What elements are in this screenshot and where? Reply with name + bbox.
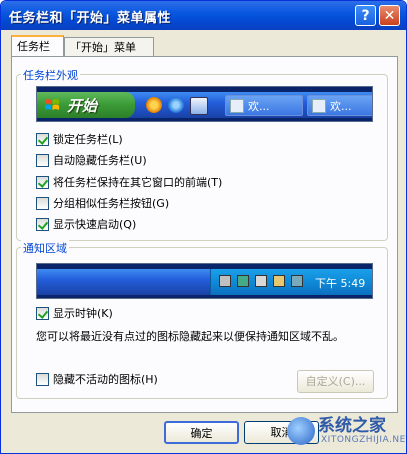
tray-clock: 下午 5:49 — [315, 277, 366, 290]
notification-preview: 下午 5:49 — [36, 263, 373, 299]
watermark-url: XITONGZHIJIA.NET — [321, 435, 407, 445]
watermark-brand: 系统之家 — [318, 416, 386, 436]
group-label-appearance: 任务栏外观 — [21, 67, 80, 83]
tab-taskbar[interactable]: 任务栏 — [11, 35, 64, 56]
help-button[interactable]: ? — [355, 5, 376, 26]
keep-on-top-checkbox[interactable]: 将任务栏保持在其它窗口的前端(T) — [36, 176, 396, 190]
media-player-icon — [146, 97, 162, 113]
quick-launch-checkbox[interactable]: 显示快速启动(Q) — [36, 218, 396, 232]
checkbox-label: 锁定任务栏(L) — [53, 133, 123, 146]
group-label-notification: 通知区域 — [21, 240, 69, 256]
close-button[interactable]: ✕ — [379, 5, 400, 26]
notification-description: 您可以将最近没有点过的图标隐藏起来以便保持通知区域不乱。 — [36, 330, 344, 343]
checkbox-label: 自动隐藏任务栏(U) — [53, 154, 147, 167]
checkbox-box[interactable] — [36, 197, 49, 210]
checkbox-box[interactable] — [36, 133, 49, 146]
taskbar-preview: 开始 欢... 欢... — [36, 86, 373, 122]
lock-taskbar-checkbox[interactable]: 锁定任务栏(L) — [36, 133, 396, 147]
start-label: 开始 — [67, 97, 98, 115]
show-clock-checkbox[interactable]: 显示时钟(K) — [36, 307, 396, 321]
customize-button[interactable]: 自定义(C)... — [297, 370, 374, 393]
windows-flag-icon — [45, 99, 59, 110]
tray-app-icon — [237, 275, 249, 287]
task-button-label: 欢... — [330, 100, 352, 113]
title-bar[interactable]: 任务栏和「开始」菜单属性 ? ✕ — [1, 1, 406, 30]
keyboard-icon — [255, 275, 267, 287]
checkbox-label: 分组相似任务栏按钮(G) — [53, 197, 170, 210]
watermark: 系统之家 XITONGZHIJIA.NET — [281, 411, 406, 453]
checkbox-label: 显示时钟(K) — [53, 307, 113, 320]
checkbox-label: 将任务栏保持在其它窗口的前端(T) — [53, 176, 223, 189]
group-buttons-checkbox[interactable]: 分组相似任务栏按钮(G) — [36, 197, 396, 211]
security-icon — [291, 275, 303, 287]
checkbox-box[interactable] — [36, 154, 49, 167]
auto-hide-checkbox[interactable]: 自动隐藏任务栏(U) — [36, 154, 396, 168]
tab-start-menu[interactable]: 「开始」菜单 — [64, 37, 154, 56]
checkbox-box[interactable] — [36, 176, 49, 189]
document-icon — [312, 99, 326, 113]
checkbox-label: 隐藏不活动的图标(H) — [53, 373, 158, 386]
task-button-label: 欢... — [248, 100, 270, 113]
checkbox-box[interactable] — [36, 307, 49, 320]
network-icon — [219, 275, 231, 287]
document-icon — [230, 99, 244, 113]
start-button-preview: 开始 — [37, 92, 135, 118]
outlook-icon — [190, 97, 208, 115]
ie-icon — [168, 97, 184, 113]
ok-button[interactable]: 确定 — [164, 421, 239, 444]
window-title: 任务栏和「开始」菜单属性 — [9, 11, 172, 26]
checkbox-box[interactable] — [36, 218, 49, 231]
volume-icon — [273, 275, 285, 287]
brand-logo-icon — [287, 417, 315, 445]
task-button-preview-2: 欢... — [307, 95, 372, 116]
system-tray-preview: 下午 5:49 — [210, 269, 372, 295]
checkbox-label: 显示快速启动(Q) — [53, 218, 137, 231]
checkbox-box[interactable] — [36, 373, 49, 386]
task-button-preview-1: 欢... — [225, 95, 303, 116]
dialog-window: 任务栏和「开始」菜单属性 ? ✕ 任务栏 「开始」菜单 任务栏外观 开始 欢..… — [0, 0, 407, 454]
